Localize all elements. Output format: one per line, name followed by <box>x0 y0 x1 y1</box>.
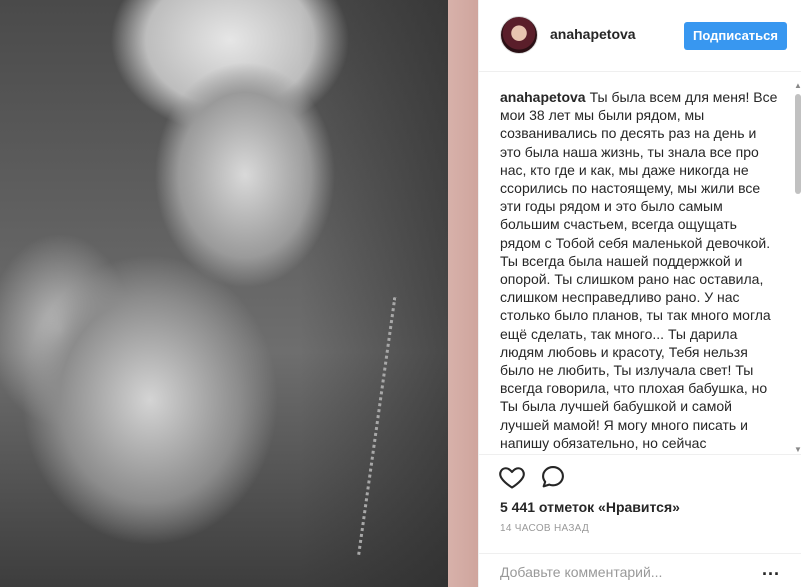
caption: anahapetova Ты была всем для меня! Все мо… <box>500 88 778 452</box>
post-actions: 5 441 отметок «Нравится» 14 ЧАСОВ НАЗАД … <box>479 454 801 587</box>
caption-area[interactable]: anahapetova Ты была всем для меня! Все мо… <box>479 72 801 454</box>
scroll-down-icon[interactable]: ▼ <box>794 446 801 454</box>
scroll-up-icon[interactable]: ▲ <box>794 82 801 90</box>
caption-scrollbar[interactable]: ▲ ▼ <box>794 82 801 454</box>
scrollbar-thumb[interactable] <box>795 94 801 194</box>
comment-input[interactable] <box>500 562 740 582</box>
caption-text: Ты была всем для меня! Все мои 38 лет мы… <box>500 89 778 451</box>
heart-icon[interactable] <box>498 463 526 491</box>
follow-button[interactable]: Подписаться <box>684 22 787 50</box>
photo-background-edge <box>448 0 478 587</box>
more-options-icon[interactable]: ... <box>762 559 780 580</box>
add-comment-section: ... <box>479 553 801 587</box>
post-header: anahapetova Подписаться <box>479 0 801 72</box>
avatar[interactable] <box>500 16 538 54</box>
post-timestamp: 14 ЧАСОВ НАЗАД <box>500 523 590 534</box>
caption-username[interactable]: anahapetova <box>500 89 586 105</box>
header-username[interactable]: anahapetova <box>550 26 636 42</box>
likes-count[interactable]: 5 441 отметок «Нравится» <box>500 499 680 515</box>
post-sidebar: anahapetova Подписаться anahapetova Ты бы… <box>478 0 801 587</box>
post-photo[interactable] <box>0 0 478 587</box>
comment-icon[interactable] <box>539 463 567 491</box>
